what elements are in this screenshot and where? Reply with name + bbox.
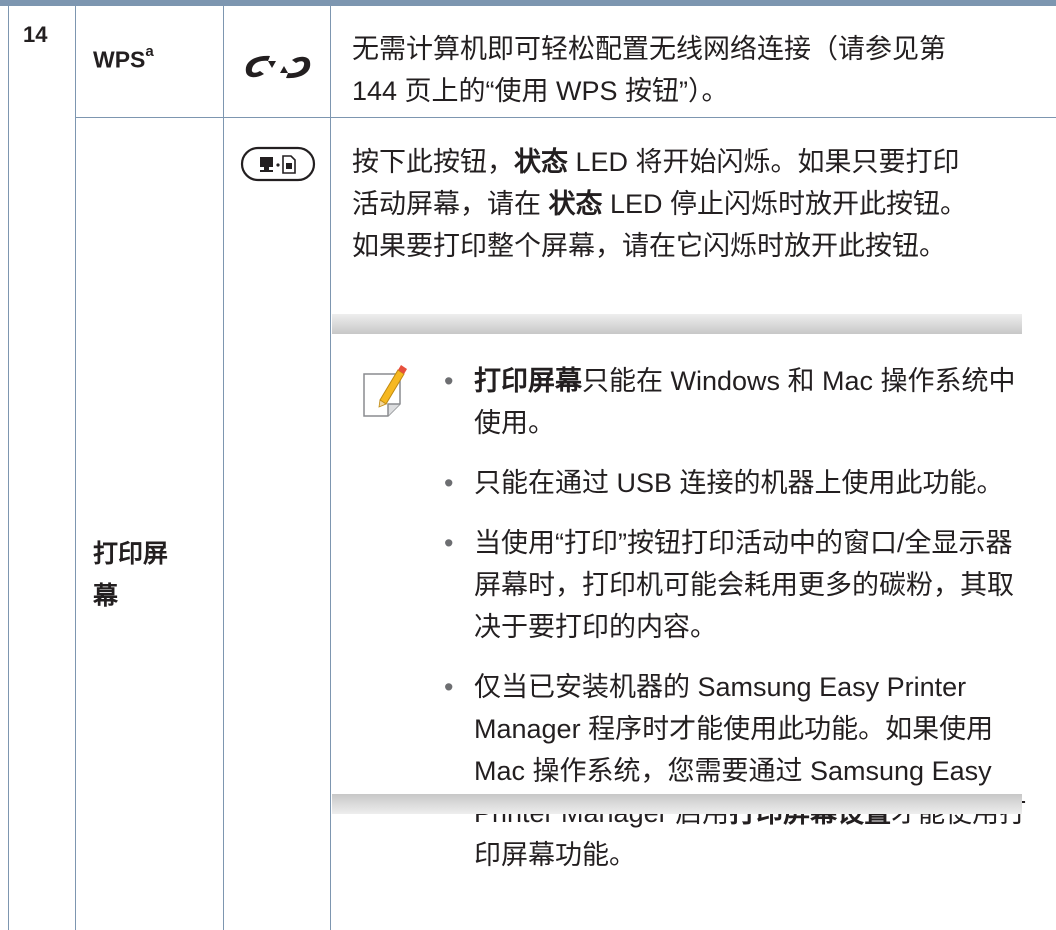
wps-icon: [245, 55, 311, 79]
note-box: • 打印屏幕只能在 Windows 和 Mac 操作系统中使用。 • 只能在通过…: [332, 314, 1026, 870]
table-border-col2: [223, 6, 224, 930]
row-number: 14: [23, 22, 48, 47]
wps-label: WPSa: [93, 43, 154, 73]
table-top-rule: [0, 0, 1056, 6]
table-border-col1: [75, 6, 76, 930]
row-divider: [75, 117, 1056, 118]
table-border-left: [8, 6, 9, 930]
bullet: •: [444, 528, 454, 558]
bullet: •: [444, 468, 454, 498]
bullet: •: [444, 366, 454, 396]
print-screen-label: 打印屏 幕: [93, 540, 169, 610]
list-item: • 只能在通过 USB 连接的机器上使用此功能。: [432, 462, 1032, 504]
bullet: •: [444, 672, 454, 702]
list-item: • 当使用“打印”按钮打印活动中的窗口/全显示器屏幕时，打印机可能会耗用更多的碳…: [432, 522, 1032, 648]
list-item: • 仅当已安装机器的 Samsung Easy Printer Manager …: [432, 666, 1032, 876]
print-screen-button-icon: [240, 146, 316, 182]
note-top-bar: [332, 314, 1022, 334]
note-bottom-bar: [332, 794, 1022, 814]
wps-description: 无需计算机即可轻松配置无线网络连接（请参见第 144 页上的“使用 WPS 按钮…: [352, 34, 946, 106]
note-pencil-icon: [363, 365, 407, 417]
list-item: • 打印屏幕只能在 Windows 和 Mac 操作系统中使用。: [432, 360, 1032, 444]
table-border-col3: [330, 6, 331, 930]
print-screen-description: 按下此按钮，状态 LED 将开始闪烁。如果只要打印 活动屏幕，请在 状态 LED…: [352, 147, 968, 261]
